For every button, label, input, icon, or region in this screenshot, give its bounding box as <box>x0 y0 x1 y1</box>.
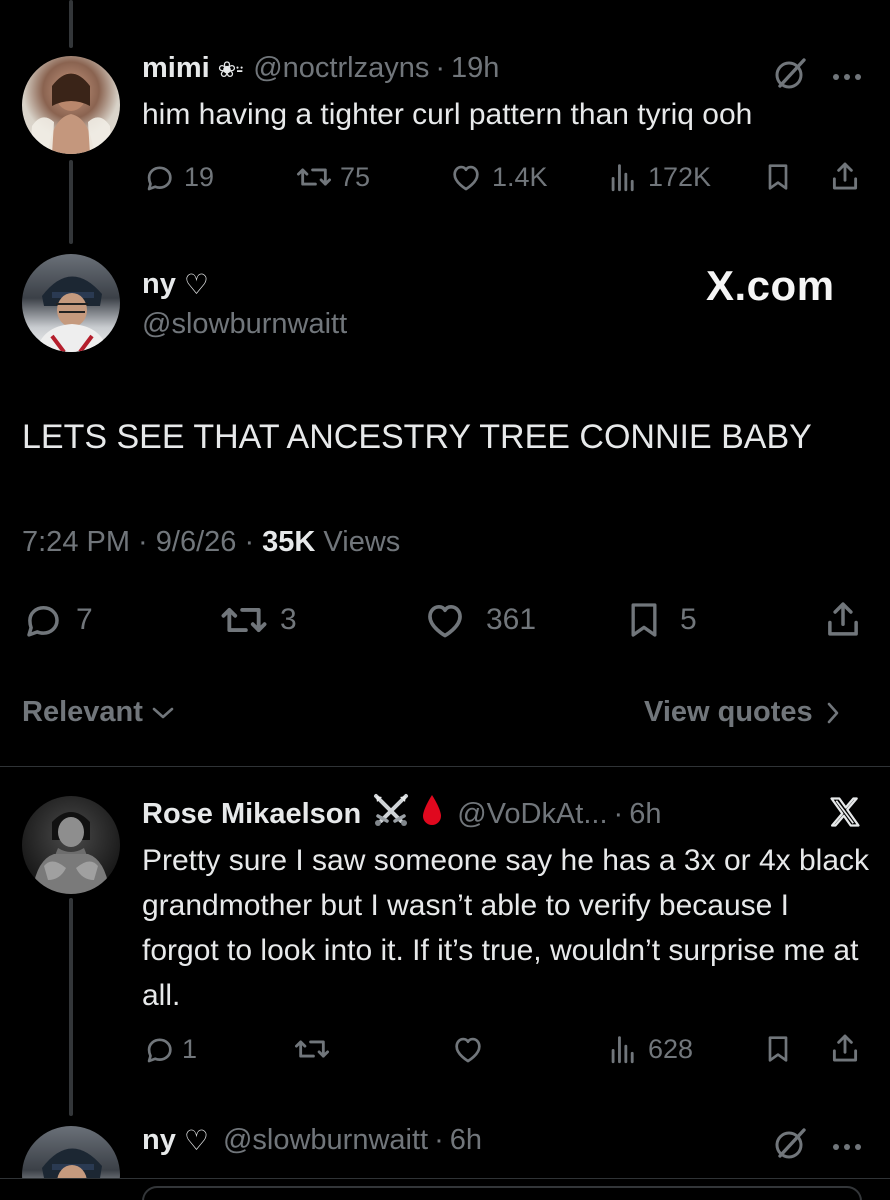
divider <box>0 1178 890 1179</box>
tweet1-actions: 19 75 1.4K 172K <box>142 158 862 198</box>
reply-input[interactable] <box>142 1186 862 1200</box>
post-time[interactable]: 19h <box>451 52 499 85</box>
grok-icon[interactable] <box>774 56 808 95</box>
tweet-meta: 7:24 PM · 9/6/26 · 35K Views <box>22 526 400 559</box>
thread-line <box>69 898 73 1116</box>
author-handle[interactable]: @slowburnwaitt <box>142 308 347 341</box>
sort-label: Relevant <box>22 696 143 728</box>
avatar-ny[interactable] <box>22 254 120 352</box>
main-tweet-text: LETS SEE THAT ANCESTRY TREE CONNIE BABY <box>22 418 812 456</box>
reply-count: 1 <box>182 1033 198 1064</box>
main-author-row: ny ♡ <box>142 268 209 301</box>
chevron-down-icon <box>152 707 174 718</box>
main-actions: 7 3 361 5 <box>22 598 868 644</box>
reply-count: 19 <box>184 161 215 192</box>
bookmark-count: 5 <box>680 603 697 636</box>
author-handle[interactable]: @VoDkAt... <box>457 798 607 831</box>
x-watermark: X.com <box>706 262 835 309</box>
sort-dropdown[interactable]: Relevant <box>22 696 175 729</box>
views-button[interactable]: 628 <box>606 1032 693 1066</box>
repost-count: 3 <box>280 603 297 636</box>
divider <box>0 766 890 767</box>
more-icon[interactable] <box>832 1138 862 1156</box>
like-count: 1.4K <box>492 161 548 192</box>
repost-button[interactable] <box>292 1032 332 1066</box>
bookmark-button[interactable]: 5 <box>624 598 697 642</box>
reply-button[interactable]: 7 <box>22 598 93 642</box>
views-count[interactable]: 35K <box>262 526 315 558</box>
heart-emoji: ♡ <box>183 269 209 300</box>
bookmark-icon[interactable] <box>762 1032 794 1066</box>
timestamp[interactable]: 7:24 PM · 9/6/26 · <box>22 526 262 558</box>
like-button[interactable] <box>450 1032 486 1066</box>
views-button[interactable]: 172K <box>606 160 711 194</box>
author-name[interactable]: ny <box>142 1124 176 1157</box>
avatar-rose[interactable] <box>22 796 120 894</box>
reply-text: Pretty sure I saw someone say he has a 3… <box>142 844 870 1012</box>
blood-drop-icon <box>421 793 443 835</box>
author-name[interactable]: mimi <box>142 52 210 85</box>
name-emoji: ❀⸚ <box>217 56 244 82</box>
view-quotes-label: View quotes <box>644 696 813 728</box>
reply1-header: Rose Mikaelson @VoDkAt... · 6h <box>142 792 661 836</box>
chevron-right-icon <box>827 702 838 723</box>
reply2-header: ny ♡ @slowburnwaitt · 6h <box>142 1124 482 1157</box>
post-time[interactable]: 6h <box>629 798 661 831</box>
reply1-actions: 1 628 <box>142 1030 862 1070</box>
reply-button[interactable]: 19 <box>142 160 214 194</box>
repost-count: 75 <box>340 161 371 192</box>
views-label: Views <box>315 526 401 558</box>
bottom-bar <box>0 1178 890 1200</box>
author-name[interactable]: Rose Mikaelson <box>142 798 361 831</box>
like-button[interactable]: 1.4K <box>448 160 548 194</box>
x-logo-icon <box>826 794 864 835</box>
reply-button[interactable]: 1 <box>142 1032 197 1066</box>
tweet-text: him having a tighter curl pattern than t… <box>142 98 753 131</box>
reply-count: 7 <box>76 603 93 636</box>
post-time[interactable]: 6h <box>450 1124 482 1157</box>
share-icon[interactable] <box>822 596 864 642</box>
like-button[interactable]: 361 <box>422 598 536 642</box>
repost-button[interactable]: 3 <box>218 598 297 642</box>
separator: · <box>434 1124 444 1156</box>
more-icon[interactable] <box>832 68 862 86</box>
thread-line-top <box>69 0 73 48</box>
grok-icon[interactable] <box>774 1126 808 1165</box>
views-count: 628 <box>648 1033 694 1064</box>
repost-button[interactable]: 75 <box>294 160 370 194</box>
thread-line <box>69 160 73 244</box>
separator: · <box>613 797 624 830</box>
bookmark-icon[interactable] <box>762 160 794 194</box>
author-handle[interactable]: @slowburnwaitt <box>223 1124 428 1157</box>
share-icon[interactable] <box>828 158 862 194</box>
avatar-mimi[interactable] <box>22 56 120 154</box>
heart-emoji: ♡ <box>183 1125 209 1156</box>
author-handle[interactable]: @noctrlzayns <box>253 52 429 85</box>
view-quotes-link[interactable]: View quotes <box>644 696 841 729</box>
author-name[interactable]: ny <box>142 268 176 301</box>
like-count: 361 <box>486 603 537 636</box>
separator: · <box>435 52 446 84</box>
crossed-swords-icon <box>371 792 411 836</box>
share-icon[interactable] <box>828 1030 862 1066</box>
views-count: 172K <box>648 161 712 192</box>
tweet1-header: mimi ❀⸚ @noctrlzayns · 19h <box>142 52 499 85</box>
